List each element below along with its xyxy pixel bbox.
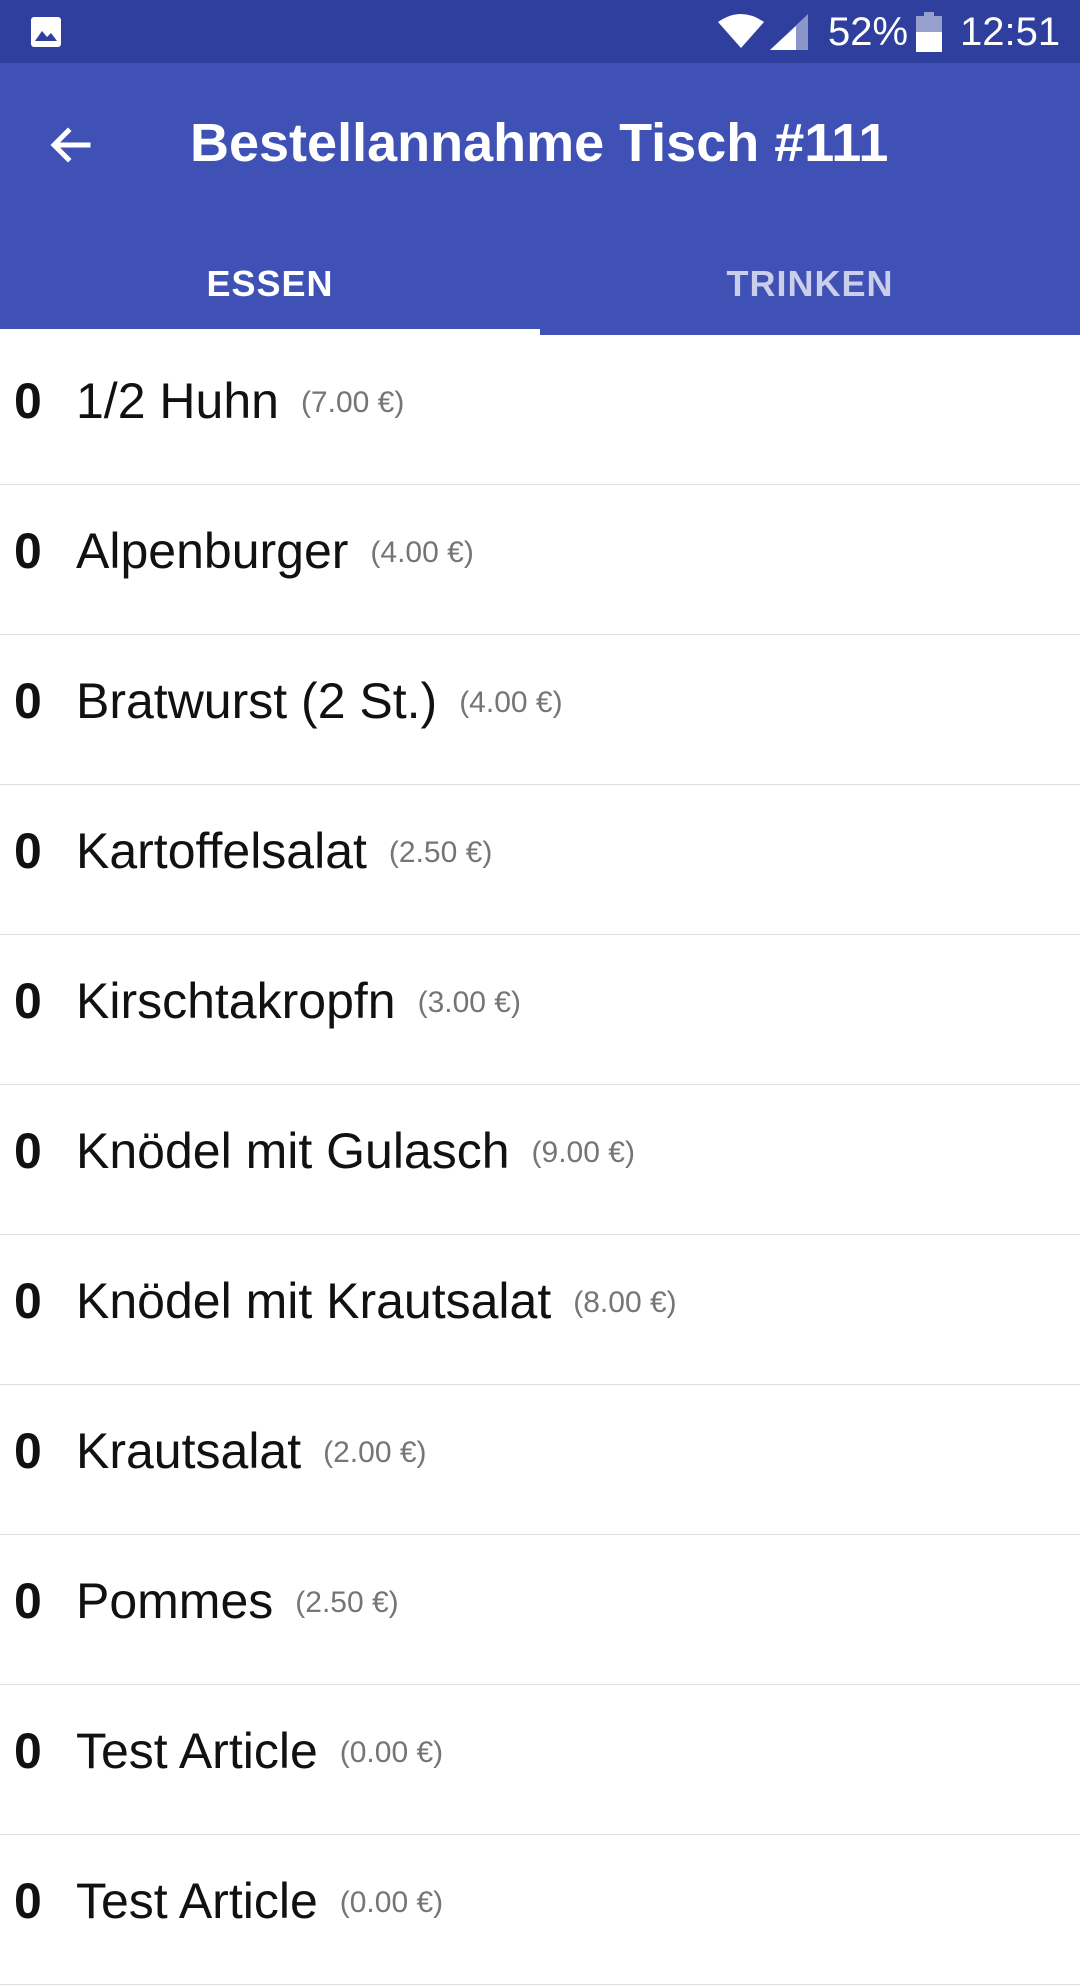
app-bar: Bestellannahme Tisch #111 ESSEN TRINKEN bbox=[0, 63, 1080, 335]
item-name: Krautsalat bbox=[76, 1423, 302, 1479]
list-item[interactable]: 0 Bratwurst (2 St.) (4.00 €) bbox=[0, 635, 1080, 785]
item-name: 1/2 Huhn bbox=[76, 373, 279, 429]
tab-trinken[interactable]: TRINKEN bbox=[540, 233, 1080, 335]
list-item[interactable]: 0 Test Article (0.00 €) bbox=[0, 1685, 1080, 1835]
list-item[interactable]: 0 Pommes (2.50 €) bbox=[0, 1535, 1080, 1685]
item-name: Test Article bbox=[76, 1873, 318, 1929]
wifi-icon bbox=[718, 14, 764, 48]
item-name: Pommes bbox=[76, 1573, 274, 1629]
item-price: (8.00 €) bbox=[573, 1286, 677, 1319]
list-item[interactable]: 0 Krautsalat (2.00 €) bbox=[0, 1385, 1080, 1535]
item-quantity: 0 bbox=[14, 373, 42, 429]
list-item[interactable]: 0 Knödel mit Krautsalat (8.00 €) bbox=[0, 1235, 1080, 1385]
item-quantity: 0 bbox=[14, 1873, 42, 1929]
item-price: (0.00 €) bbox=[339, 1886, 444, 1919]
item-name: Alpenburger bbox=[76, 523, 349, 579]
item-quantity: 0 bbox=[14, 523, 42, 579]
item-price: (4.00 €) bbox=[459, 686, 563, 719]
item-name: Knödel mit Krautsalat bbox=[76, 1273, 552, 1329]
item-price: (3.00 €) bbox=[417, 986, 521, 1019]
item-price: (2.50 €) bbox=[388, 836, 493, 869]
item-name: Test Article bbox=[76, 1723, 318, 1779]
item-quantity: 0 bbox=[14, 1573, 42, 1629]
item-quantity: 0 bbox=[14, 1273, 42, 1329]
page-title: Bestellannahme Tisch #111 bbox=[190, 113, 889, 173]
item-price: (2.50 €) bbox=[295, 1586, 399, 1619]
item-name: Knödel mit Gulasch bbox=[76, 1123, 510, 1179]
item-quantity: 0 bbox=[14, 673, 42, 729]
battery-percentage: 52% bbox=[828, 10, 909, 54]
arrow-back-icon bbox=[50, 127, 91, 163]
clock: 12:51 bbox=[960, 10, 1061, 54]
list-item[interactable]: 0 Kartoffelsalat (2.50 €) bbox=[0, 785, 1080, 935]
item-quantity: 0 bbox=[14, 1723, 42, 1779]
item-price: (0.00 €) bbox=[339, 1736, 444, 1769]
item-quantity: 0 bbox=[14, 1423, 42, 1479]
status-bar: 52% 12:51 bbox=[0, 0, 1080, 63]
item-name: Kartoffelsalat bbox=[76, 823, 367, 879]
list-item[interactable]: 0 Knödel mit Gulasch (9.00 €) bbox=[0, 1085, 1080, 1235]
battery-icon bbox=[916, 12, 942, 52]
list-item[interactable]: 0 1/2 Huhn (7.00 €) bbox=[0, 335, 1080, 485]
item-quantity: 0 bbox=[14, 973, 42, 1029]
gallery-icon bbox=[31, 17, 61, 47]
item-quantity: 0 bbox=[14, 823, 42, 879]
item-quantity: 0 bbox=[14, 1123, 42, 1179]
item-name: Bratwurst (2 St.) bbox=[76, 673, 438, 729]
article-list: 0 1/2 Huhn (7.00 €) 0 Alpenburger (4.00 €)… bbox=[0, 335, 1080, 1985]
tab-essen[interactable]: ESSEN bbox=[0, 233, 540, 335]
list-item[interactable]: 0 Test Article (0.00 €) bbox=[0, 1835, 1080, 1985]
item-price: (4.00 €) bbox=[370, 536, 474, 569]
tab-bar: ESSEN TRINKEN bbox=[0, 233, 1080, 335]
list-item[interactable]: 0 Alpenburger (4.00 €) bbox=[0, 485, 1080, 635]
item-price: (2.00 €) bbox=[323, 1436, 427, 1469]
back-button[interactable] bbox=[30, 105, 110, 185]
signal-icon bbox=[770, 14, 808, 50]
list-item[interactable]: 0 Kirschtakropfn (3.00 €) bbox=[0, 935, 1080, 1085]
item-price: (7.00 €) bbox=[300, 386, 405, 419]
item-price: (9.00 €) bbox=[531, 1136, 635, 1169]
item-name: Kirschtakropfn bbox=[76, 973, 396, 1029]
